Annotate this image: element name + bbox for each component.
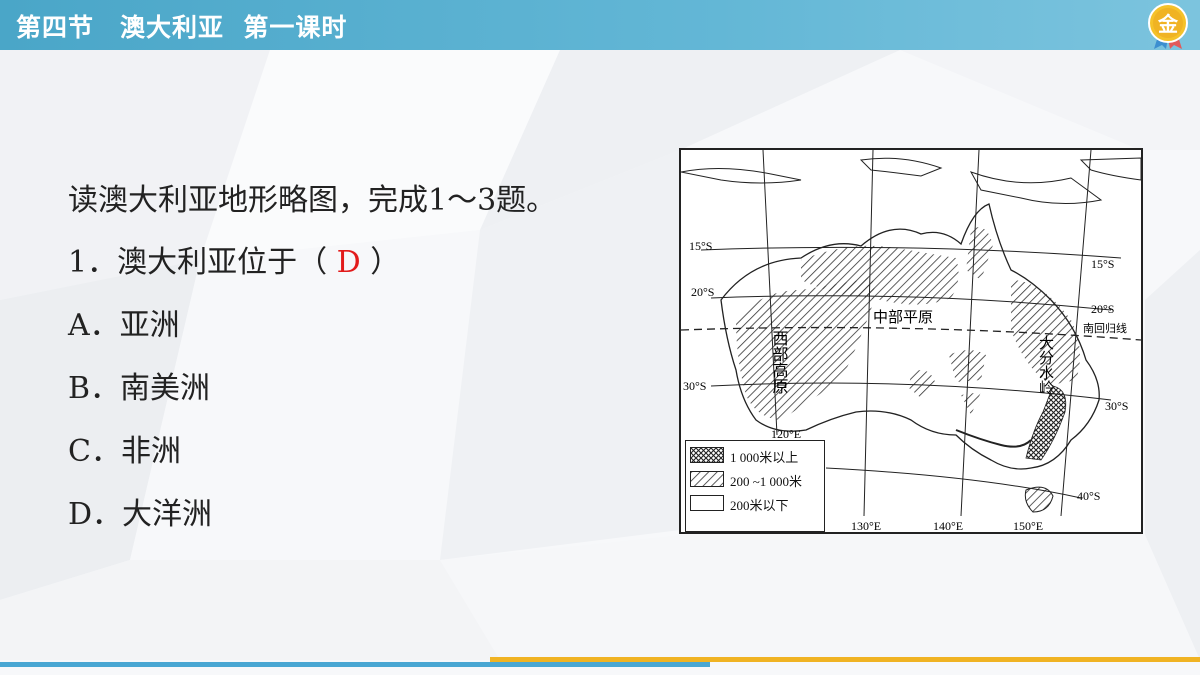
region-label-central: 中部平原 — [873, 308, 933, 326]
lon-label: 150°E — [1013, 519, 1043, 532]
tropic-label: 南回归线 — [1083, 321, 1127, 335]
region-label-west: 西部高原 — [770, 330, 789, 394]
legend-item: 200米以下 — [690, 495, 820, 513]
legend-item: 1 000米以上 — [690, 447, 820, 465]
lat-label: 20°S — [1091, 302, 1114, 316]
page-title: 第四节 澳大利亚 第一课时 — [16, 13, 348, 42]
option-c[interactable]: C．非洲 — [68, 426, 181, 470]
gold-medal-icon: 金 — [1148, 3, 1188, 49]
legend-label: 1 000米以上 — [730, 450, 799, 465]
badge-text: 金 — [1157, 12, 1179, 36]
header-bar: 第四节 澳大利亚 第一课时 金 — [0, 0, 1200, 50]
region-label-range: 大分水岭 — [1037, 335, 1055, 395]
lat-label: 15°S — [689, 239, 712, 253]
legend-label: 200 ~1 000米 — [730, 474, 803, 489]
footer-accent-blue — [0, 662, 710, 667]
question-1-suffix: ） — [360, 245, 401, 280]
option-b[interactable]: B．南美洲 — [68, 363, 210, 407]
map-legend: 1 000米以上 200 ~1 000米 200米以下 — [685, 440, 825, 532]
lat-label: 30°S — [1105, 399, 1128, 413]
lat-label: 30°S — [683, 379, 706, 393]
option-d[interactable]: D．大洋洲 — [68, 489, 212, 533]
question-1-prefix: 1．澳大利亚位于（ — [68, 245, 337, 280]
legend-label: 200米以下 — [730, 498, 789, 513]
question-intro: 读澳大利亚地形略图，完成1～3题。 — [68, 183, 557, 218]
option-a[interactable]: A．亚洲 — [68, 300, 180, 344]
legend-item: 200 ~1 000米 — [690, 471, 820, 489]
australia-terrain-map: 15°S 20°S 30°S 15°S 20°S 30°S 40°S 120°E… — [679, 148, 1143, 534]
lat-label: 20°S — [691, 285, 714, 299]
lat-label: 40°S — [1077, 489, 1100, 503]
lon-label: 130°E — [851, 519, 881, 532]
question-1-answer: D — [336, 245, 361, 280]
lon-label: 120°E — [771, 427, 801, 441]
question-1: 1．澳大利亚位于（ D ） — [68, 237, 400, 281]
lon-label: 140°E — [933, 519, 963, 532]
lat-label: 15°S — [1091, 257, 1114, 271]
